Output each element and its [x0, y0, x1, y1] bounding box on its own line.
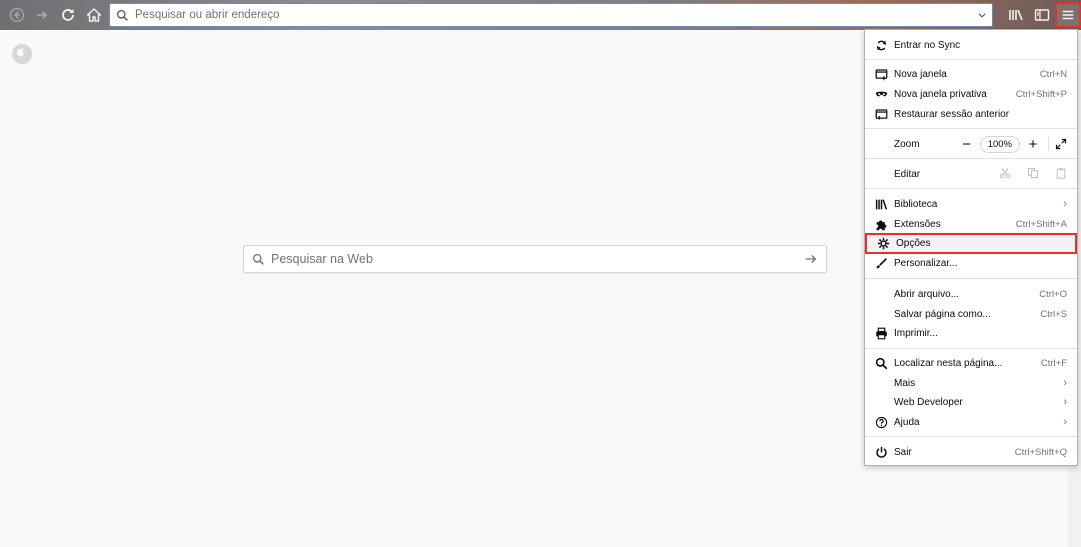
- search-submit-button[interactable]: [804, 252, 818, 266]
- home-icon: [86, 8, 102, 22]
- vertical-divider: [1048, 136, 1049, 152]
- web-search-input[interactable]: [271, 252, 804, 266]
- gear-icon: [877, 237, 890, 250]
- menu-separator: [865, 348, 1077, 349]
- zoom-in-button[interactable]: +: [1024, 136, 1042, 153]
- copy-button[interactable]: [1027, 167, 1039, 182]
- paste-button[interactable]: [1055, 167, 1067, 182]
- library-button[interactable]: [1003, 2, 1029, 28]
- help-icon: [875, 416, 888, 429]
- chevron-right-icon: ›: [1063, 416, 1067, 428]
- chevron-right-icon: ›: [1063, 198, 1067, 210]
- menu-item-restore-session[interactable]: Restaurar sessão anterior: [865, 104, 1077, 124]
- zoom-controls: − 100% +: [958, 135, 1067, 153]
- menu-item-find[interactable]: Localizar nesta página... Ctrl+F: [865, 353, 1077, 373]
- search-icon: [875, 357, 888, 370]
- menu-separator: [865, 128, 1077, 129]
- menu-separator: [865, 158, 1077, 159]
- edit-controls: [999, 167, 1067, 182]
- chevron-down-icon: [978, 13, 986, 18]
- menu-item-addons[interactable]: Extensões Ctrl+Shift+A: [865, 214, 1077, 234]
- menu-separator: [865, 278, 1077, 279]
- puzzle-icon: [875, 218, 888, 231]
- forward-button[interactable]: [29, 2, 55, 28]
- arrow-right-icon: [805, 255, 817, 263]
- menu-item-web-developer[interactable]: Web Developer ›: [865, 392, 1077, 412]
- menu-item-library[interactable]: Biblioteca ›: [865, 194, 1077, 214]
- library-icon: [875, 198, 888, 211]
- private-mask-icon: [875, 88, 888, 101]
- sidebar-icon: [1034, 9, 1050, 21]
- menu-separator: [865, 436, 1077, 437]
- power-icon: [875, 446, 888, 459]
- library-icon: [1009, 9, 1023, 21]
- search-icon: [252, 253, 264, 265]
- menu-item-more[interactable]: Mais ›: [865, 373, 1077, 393]
- menu-item-print[interactable]: Imprimir...: [865, 323, 1077, 343]
- hamburger-menu-icon: [1062, 10, 1074, 20]
- home-button[interactable]: [81, 2, 107, 28]
- reload-icon: [62, 9, 74, 21]
- back-button[interactable]: [4, 2, 30, 28]
- toolbar-right: [1003, 2, 1081, 28]
- cut-button[interactable]: [999, 167, 1011, 182]
- sync-icon: [875, 39, 888, 52]
- printer-icon: [875, 327, 888, 340]
- menu-item-private-window[interactable]: Nova janela privativa Ctrl+Shift+P: [865, 84, 1077, 104]
- web-search-box[interactable]: [243, 245, 827, 273]
- url-dropdown-button[interactable]: [972, 10, 992, 20]
- url-bar[interactable]: [109, 3, 993, 27]
- menu-item-edit: Editar: [865, 164, 1077, 184]
- menu-item-sync[interactable]: Entrar no Sync: [865, 35, 1077, 55]
- zoom-out-button[interactable]: −: [958, 136, 976, 153]
- restore-session-icon: [875, 108, 888, 121]
- back-icon: [10, 8, 24, 22]
- cut-icon: [999, 167, 1011, 178]
- paintbrush-icon: [875, 257, 888, 270]
- menu-separator: [865, 188, 1077, 189]
- chevron-right-icon: ›: [1063, 396, 1067, 408]
- menu-separator: [865, 59, 1077, 60]
- url-input[interactable]: [135, 9, 972, 21]
- forward-icon: [37, 10, 48, 20]
- fullscreen-button[interactable]: [1055, 138, 1067, 150]
- menu-item-open-file[interactable]: Abrir arquivo... Ctrl+O: [865, 284, 1077, 304]
- menu-item-save-page[interactable]: Salvar página como... Ctrl+S: [865, 304, 1077, 324]
- open-menu-button[interactable]: [1055, 2, 1081, 28]
- navigation-toolbar: [0, 0, 1081, 30]
- app-menu-panel: Entrar no Sync Nova janela Ctrl+N Nova j…: [864, 29, 1078, 466]
- paste-icon: [1056, 167, 1066, 179]
- new-window-icon: [875, 68, 888, 81]
- chevron-right-icon: ›: [1063, 377, 1067, 389]
- menu-item-help[interactable]: Ajuda ›: [865, 412, 1077, 432]
- menu-item-customize[interactable]: Personalizar...: [865, 253, 1077, 273]
- fullscreen-icon: [1055, 138, 1067, 150]
- reload-button[interactable]: [55, 2, 81, 28]
- sidebar-button[interactable]: [1029, 2, 1055, 28]
- search-icon: [116, 9, 128, 21]
- copy-icon: [1027, 167, 1039, 178]
- zoom-reset-button[interactable]: 100%: [979, 135, 1020, 153]
- menu-item-quit[interactable]: Sair Ctrl+Shift+Q: [865, 442, 1077, 462]
- menu-item-options[interactable]: Opções: [865, 233, 1077, 254]
- menu-item-new-window[interactable]: Nova janela Ctrl+N: [865, 64, 1077, 84]
- menu-item-zoom: Zoom − 100% +: [865, 134, 1077, 154]
- firefox-logo-icon: [10, 42, 34, 66]
